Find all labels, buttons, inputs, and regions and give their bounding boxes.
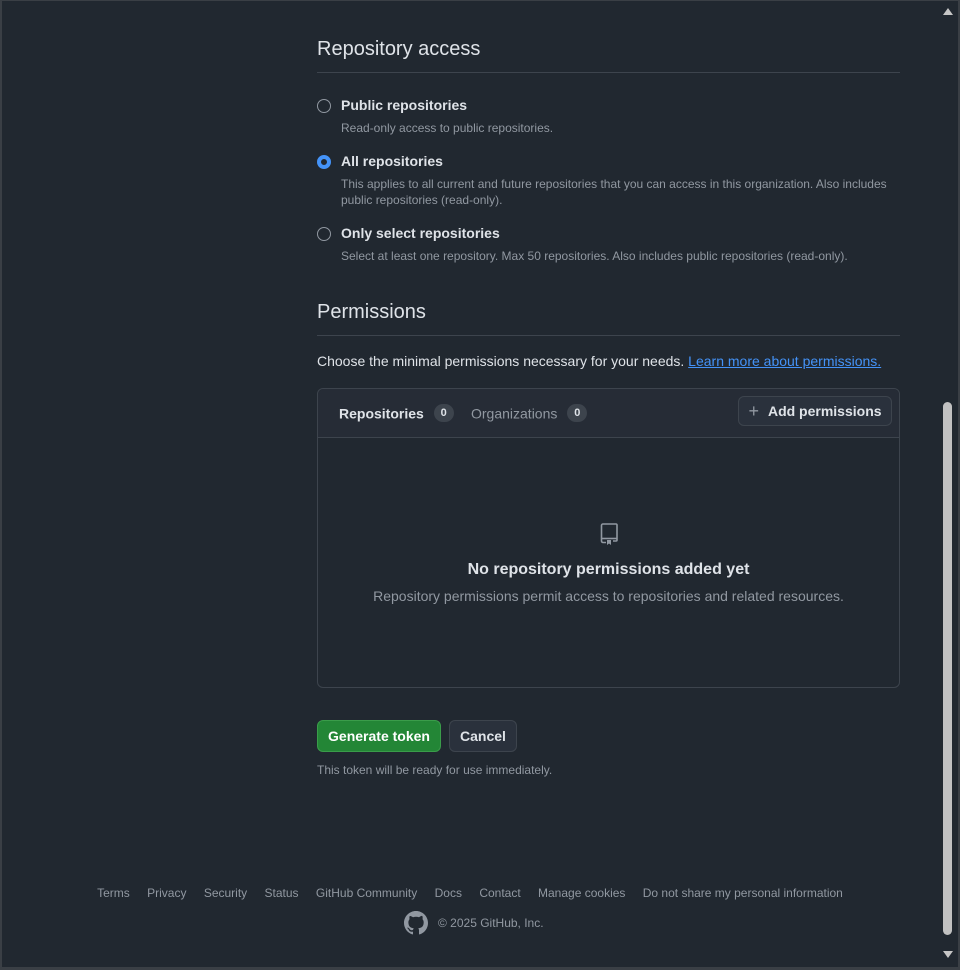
radio-public-input[interactable]	[317, 99, 331, 113]
scroll-up-icon[interactable]	[943, 8, 953, 15]
footer-links: Terms Privacy Security Status GitHub Com…	[2, 886, 938, 900]
footer-link-do-not-share[interactable]: Do not share my personal information	[643, 886, 843, 900]
radio-select-label[interactable]: Only select repositories	[341, 225, 500, 241]
tab-organizations-counter: 0	[567, 404, 588, 423]
copyright-text: © 2025 GitHub, Inc.	[438, 916, 544, 930]
tab-repositories[interactable]: Repositories 0	[339, 404, 454, 423]
tab-organizations[interactable]: Organizations 0	[471, 404, 588, 423]
footer-link-status[interactable]: Status	[265, 886, 299, 900]
token-note: This token will be ready for use immedia…	[317, 763, 553, 777]
radio-all-label[interactable]: All repositories	[341, 153, 443, 169]
permissions-panel-header: Repositories 0 Organizations 0 + Add per…	[318, 389, 899, 438]
empty-state-title: No repository permissions added yet	[467, 561, 750, 578]
cancel-button[interactable]: Cancel	[449, 720, 517, 752]
learn-more-link[interactable]: Learn more about permissions.	[688, 353, 881, 369]
radio-public-label[interactable]: Public repositories	[341, 97, 467, 113]
radio-all-input[interactable]	[317, 155, 331, 169]
permissions-intro: Choose the minimal permissions necessary…	[317, 353, 881, 369]
permissions-intro-text: Choose the minimal permissions necessary…	[317, 353, 685, 369]
page-window: Repository access Public repositories Re…	[2, 1, 938, 967]
scroll-down-icon[interactable]	[943, 951, 953, 958]
repository-access-title: Repository access	[317, 38, 900, 73]
github-logo-icon[interactable]	[404, 911, 428, 935]
add-permissions-button[interactable]: + Add permissions	[738, 396, 892, 426]
repo-icon	[600, 523, 618, 545]
add-permissions-label: Add permissions	[767, 403, 882, 419]
permissions-panel: Repositories 0 Organizations 0 + Add per…	[317, 388, 900, 688]
tab-organizations-label: Organizations	[471, 405, 558, 422]
radio-select-description: Select at least one repository. Max 50 r…	[341, 249, 848, 263]
copyright: © 2025 GitHub, Inc.	[404, 911, 544, 935]
footer-link-manage-cookies[interactable]: Manage cookies	[538, 886, 625, 900]
permissions-title: Permissions	[317, 301, 900, 336]
footer-link-community[interactable]: GitHub Community	[316, 886, 417, 900]
radio-select-input[interactable]	[317, 227, 331, 241]
footer-link-contact[interactable]: Contact	[479, 886, 520, 900]
empty-state-description: Repository permissions permit access to …	[373, 588, 844, 604]
footer-link-security[interactable]: Security	[204, 886, 247, 900]
generate-token-button[interactable]: Generate token	[317, 720, 441, 752]
radio-public-description: Read-only access to public repositories.	[341, 121, 554, 135]
vertical-scrollbar[interactable]	[938, 1, 958, 967]
footer-link-terms[interactable]: Terms	[97, 886, 130, 900]
footer-link-privacy[interactable]: Privacy	[147, 886, 186, 900]
tab-repositories-counter: 0	[433, 404, 454, 423]
footer-link-docs[interactable]: Docs	[435, 886, 462, 900]
radio-all-description: This applies to all current and future r…	[341, 177, 887, 207]
tab-repositories-label: Repositories	[339, 405, 424, 422]
scroll-thumb[interactable]	[943, 402, 952, 935]
plus-icon: +	[748, 401, 759, 421]
